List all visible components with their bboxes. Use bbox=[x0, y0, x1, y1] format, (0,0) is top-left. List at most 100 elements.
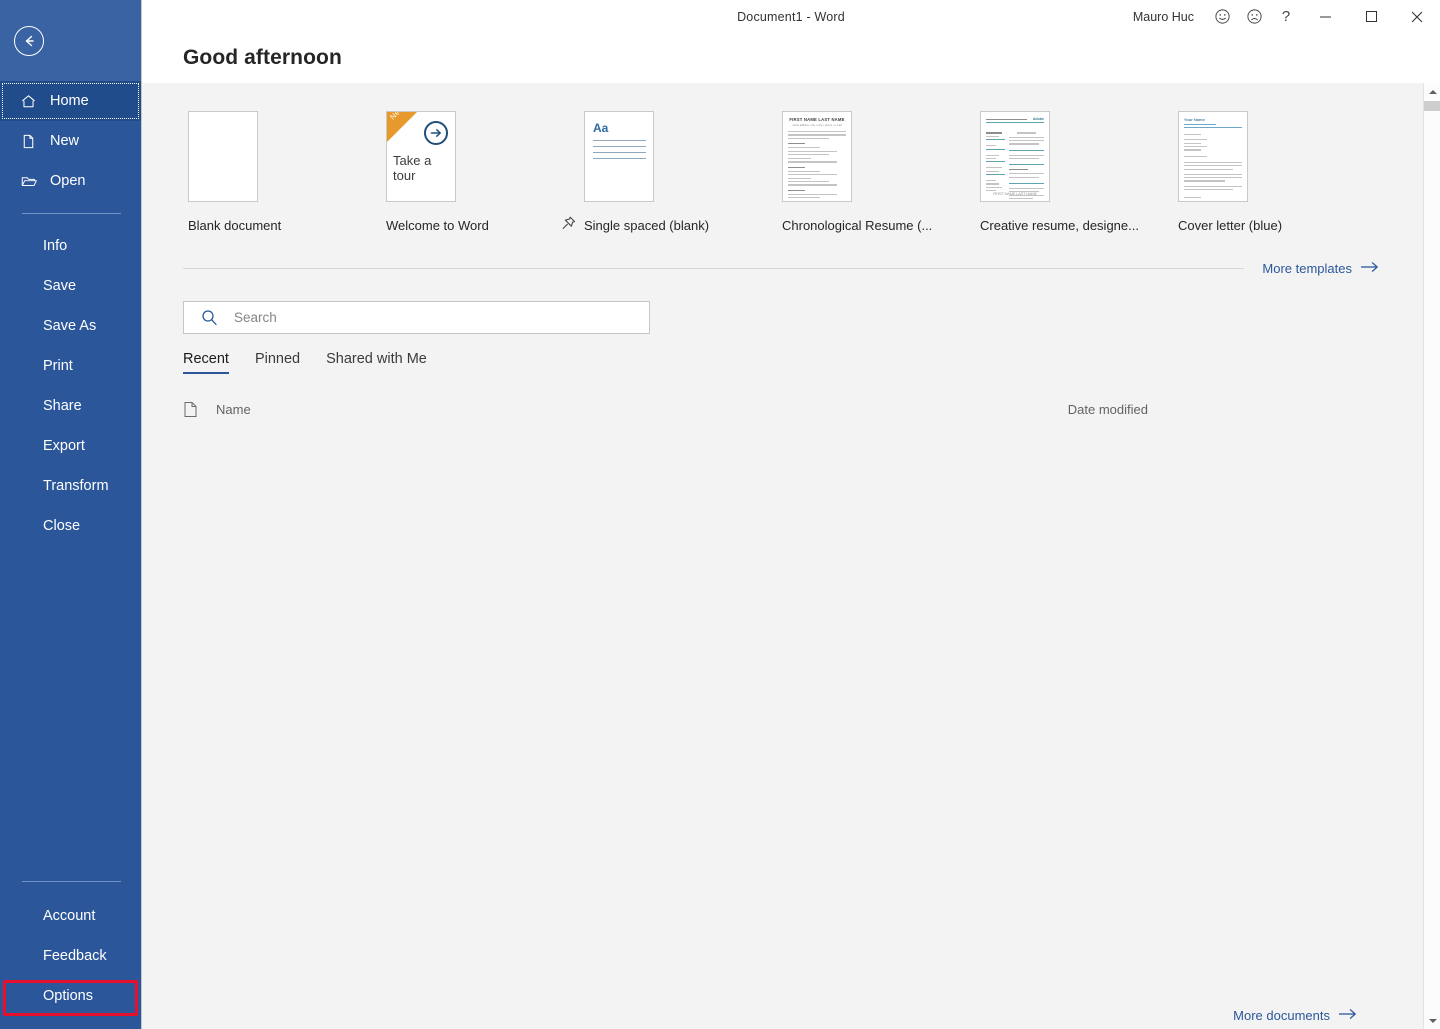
tour-text-line2: tour bbox=[393, 169, 431, 184]
backstage-content: Document1 - Word Mauro Huc bbox=[141, 0, 1440, 1029]
template-thumbnail[interactable]: Aa bbox=[584, 111, 654, 202]
title-bar-controls: Mauro Huc bbox=[1133, 0, 1440, 33]
more-templates-link[interactable]: More templates bbox=[1262, 261, 1380, 276]
account-name[interactable]: Mauro Huc bbox=[1133, 10, 1206, 24]
arrow-right-icon bbox=[1338, 1008, 1358, 1023]
template-thumbnail[interactable]: Adobe bbox=[980, 111, 1050, 202]
scroll-up-button[interactable] bbox=[1424, 83, 1440, 100]
back-button[interactable] bbox=[14, 26, 44, 56]
tab-shared-with-me[interactable]: Shared with Me bbox=[326, 351, 427, 374]
sidebar-item-label: Feedback bbox=[43, 948, 107, 964]
thumb-wrap: FIRST NAME LAST NAME street address • ci… bbox=[777, 111, 975, 202]
arrow-left-icon bbox=[20, 32, 38, 50]
backstage-sidebar: Home New Open bbox=[0, 0, 141, 1029]
sidebar-item-export[interactable]: Export bbox=[0, 426, 141, 466]
sidebar-item-transform[interactable]: Transform bbox=[0, 466, 141, 506]
template-thumbnail[interactable]: Your Name bbox=[1178, 111, 1248, 202]
sidebar-item-info[interactable]: Info bbox=[0, 226, 141, 266]
template-label: Single spaced (blank) bbox=[579, 218, 709, 233]
sidebar-item-new[interactable]: New bbox=[0, 121, 141, 161]
search-box[interactable] bbox=[183, 301, 650, 334]
scrollbar-thumb[interactable] bbox=[1424, 101, 1440, 111]
template-gallery: Blank document New bbox=[183, 83, 1380, 233]
pushpin-icon[interactable] bbox=[559, 214, 579, 234]
sidebar-item-home[interactable]: Home bbox=[0, 81, 141, 121]
template-card-chronological-resume[interactable]: FIRST NAME LAST NAME street address • ci… bbox=[777, 111, 975, 233]
back-zone bbox=[0, 0, 141, 81]
template-thumbnail[interactable]: FIRST NAME LAST NAME street address • ci… bbox=[782, 111, 852, 202]
more-templates-label: More templates bbox=[1262, 261, 1352, 276]
column-header-name[interactable]: Name bbox=[216, 402, 251, 417]
word-start-screen: Home New Open bbox=[0, 0, 1440, 1029]
sidebar-primary-nav: Home New Open bbox=[0, 81, 141, 546]
thumb-wrap: Aa bbox=[579, 111, 777, 202]
template-card-welcome-to-word[interactable]: New Take a tour bbox=[381, 111, 579, 233]
template-card-cover-letter[interactable]: Your Name bbox=[1173, 111, 1371, 233]
smiley-face-icon[interactable] bbox=[1206, 0, 1238, 33]
tour-text-line1: Take a bbox=[393, 154, 431, 169]
new-document-icon bbox=[20, 133, 42, 150]
arrow-right-icon bbox=[1360, 261, 1380, 276]
sidebar-item-feedback[interactable]: Feedback bbox=[0, 936, 141, 976]
sample-text: Aa bbox=[593, 121, 608, 135]
template-card-single-spaced[interactable]: Aa Single spaced (blank) bbox=[579, 111, 777, 233]
sidebar-item-label: Options bbox=[43, 988, 93, 1004]
search-input[interactable] bbox=[234, 302, 649, 333]
sidebar-item-open[interactable]: Open bbox=[0, 161, 141, 201]
template-label: Welcome to Word bbox=[381, 218, 489, 233]
chevron-up-icon bbox=[1429, 90, 1437, 94]
minimize-button[interactable] bbox=[1302, 0, 1348, 33]
content-column: Blank document New bbox=[142, 83, 1440, 421]
sidebar-item-options[interactable]: Options bbox=[0, 976, 141, 1016]
home-icon bbox=[20, 93, 42, 110]
scroll-body: Blank document New bbox=[142, 83, 1440, 1029]
chevron-down-icon bbox=[1429, 1019, 1437, 1023]
open-folder-icon bbox=[20, 173, 42, 190]
preview-footer: FIRST NAME LAST NAME bbox=[986, 191, 1044, 196]
template-thumbnail[interactable] bbox=[188, 111, 258, 202]
title-bar: Document1 - Word Mauro Huc bbox=[142, 0, 1440, 33]
sidebar-item-label: Export bbox=[43, 438, 85, 454]
sidebar-item-label: Print bbox=[43, 358, 73, 374]
document-list-header: Name Date modified bbox=[183, 397, 1380, 421]
more-documents-link[interactable]: More documents bbox=[1233, 1008, 1358, 1023]
template-label: Blank document bbox=[183, 218, 281, 233]
frowny-face-icon[interactable] bbox=[1238, 0, 1270, 33]
sidebar-item-print[interactable]: Print bbox=[0, 346, 141, 386]
thumb-wrap: Your Name bbox=[1173, 111, 1371, 202]
sidebar-item-label: Share bbox=[43, 398, 82, 414]
preview-heading: Your Name bbox=[1184, 117, 1242, 122]
sidebar-item-save-as[interactable]: Save As bbox=[0, 306, 141, 346]
scroll-down-button[interactable] bbox=[1424, 1012, 1440, 1029]
thumb-wrap bbox=[183, 111, 381, 202]
sidebar-item-label: Save bbox=[43, 278, 76, 294]
document-icon bbox=[183, 401, 216, 418]
arrow-right-circle-icon bbox=[424, 121, 448, 145]
tab-recent[interactable]: Recent bbox=[183, 351, 229, 374]
template-card-creative-resume[interactable]: Adobe bbox=[975, 111, 1173, 233]
sidebar-item-save[interactable]: Save bbox=[0, 266, 141, 306]
ruled-lines bbox=[593, 140, 646, 164]
tour-text: Take a tour bbox=[393, 154, 431, 184]
template-label: Chronological Resume (... bbox=[777, 218, 932, 233]
sidebar-item-label: Close bbox=[43, 518, 80, 534]
vertical-scrollbar[interactable] bbox=[1423, 83, 1440, 1029]
sidebar-item-close[interactable]: Close bbox=[0, 506, 141, 546]
help-icon[interactable]: ? bbox=[1270, 0, 1302, 33]
close-button[interactable] bbox=[1394, 0, 1440, 33]
maximize-button[interactable] bbox=[1348, 0, 1394, 33]
document-preview: Your Name bbox=[1179, 112, 1247, 201]
sidebar-item-share[interactable]: Share bbox=[0, 386, 141, 426]
sidebar-item-account[interactable]: Account bbox=[0, 896, 141, 936]
template-card-blank-document[interactable]: Blank document bbox=[183, 111, 381, 233]
column-header-date-modified[interactable]: Date modified bbox=[1068, 402, 1380, 417]
document-preview: FIRST NAME LAST NAME street address • ci… bbox=[783, 112, 851, 201]
preview-subheading: street address • city, st zip • phone • … bbox=[788, 124, 846, 127]
sidebar-divider-top bbox=[22, 213, 121, 214]
preview-heading: FIRST NAME LAST NAME bbox=[788, 117, 846, 122]
page-title: Good afternoon bbox=[183, 46, 342, 70]
more-documents-label: More documents bbox=[1233, 1008, 1330, 1023]
search-icon bbox=[184, 308, 234, 327]
tab-pinned[interactable]: Pinned bbox=[255, 351, 300, 374]
template-thumbnail[interactable]: New Take a tour bbox=[386, 111, 456, 202]
